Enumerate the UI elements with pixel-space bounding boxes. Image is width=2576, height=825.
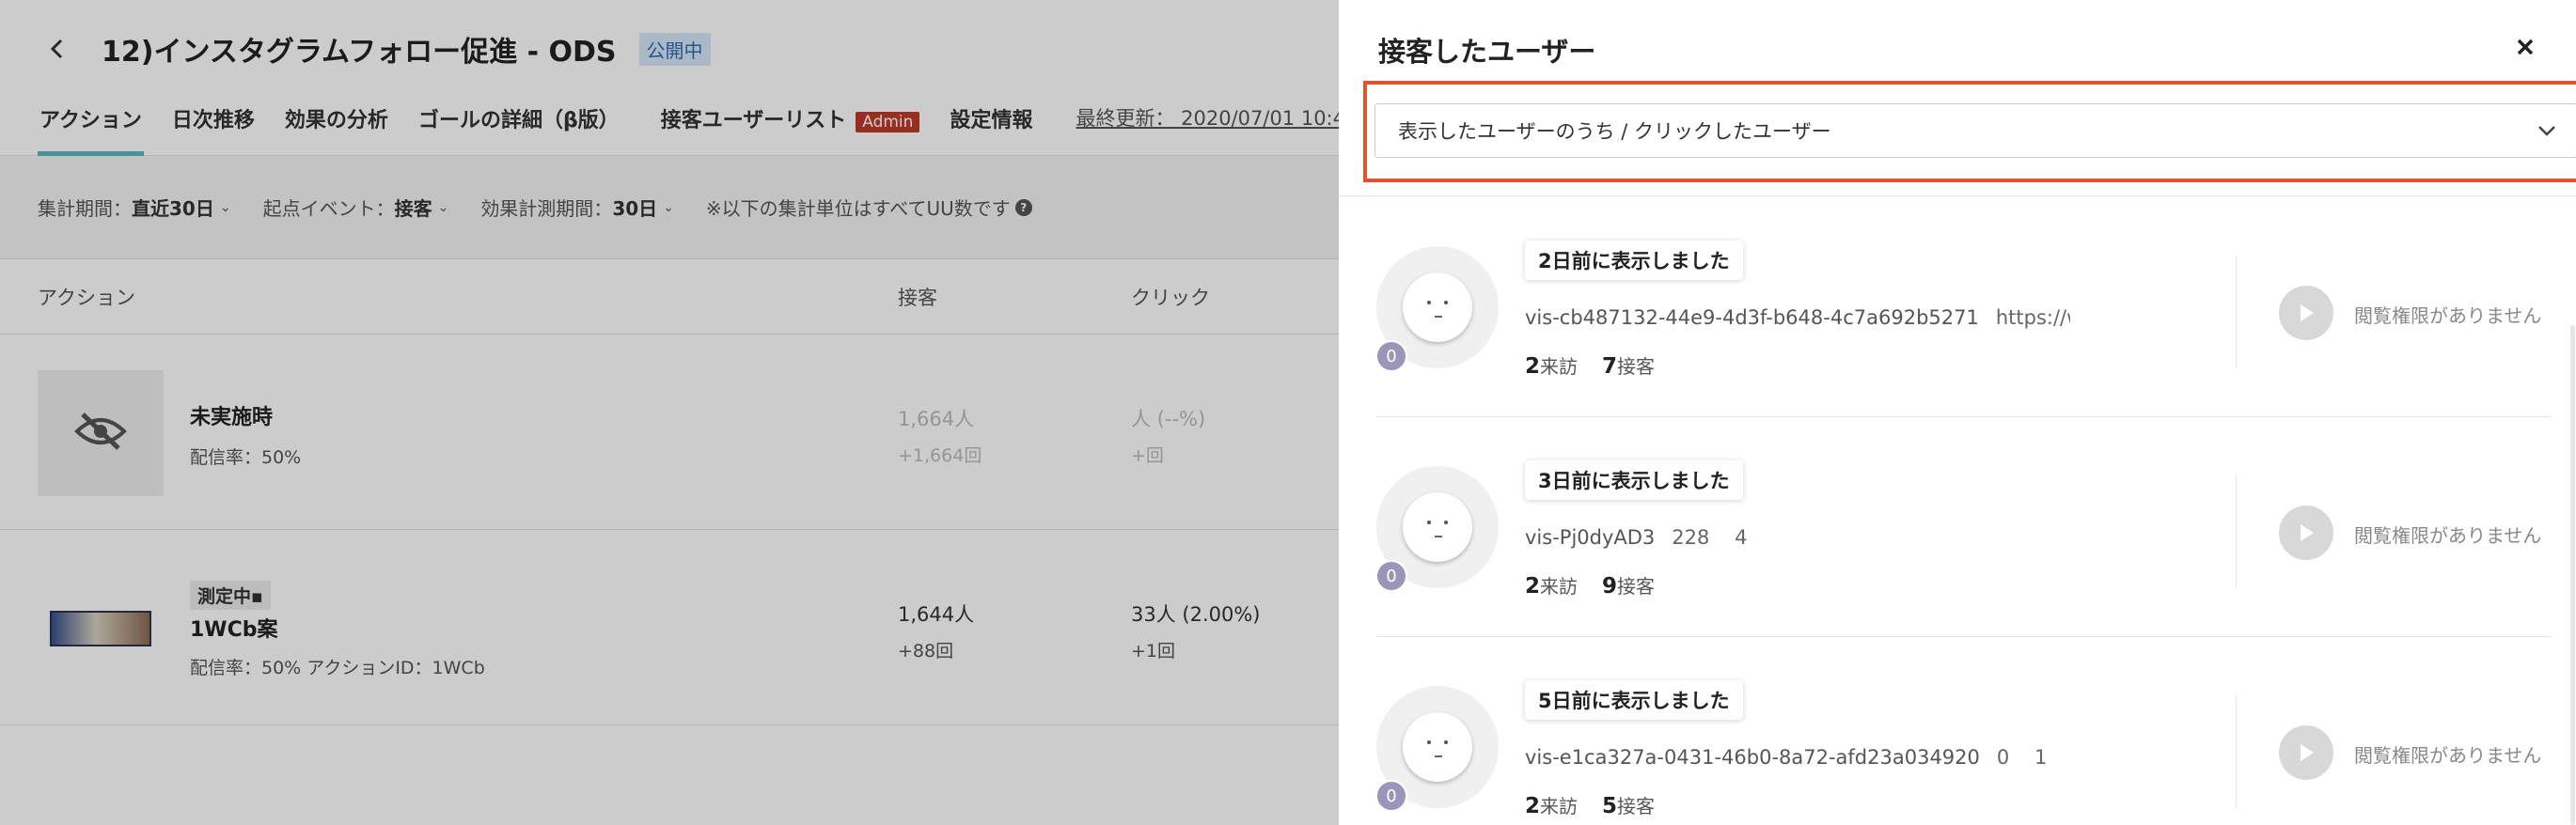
close-icon[interactable] <box>2510 32 2540 62</box>
visitor-url: https://www.thecoffeeshop <box>1995 306 2070 329</box>
play-icon[interactable] <box>2279 286 2333 340</box>
play-icon[interactable] <box>2279 506 2333 560</box>
serve-label: 接客 <box>1617 795 1656 817</box>
count-badge: 0 <box>1375 340 1407 372</box>
visitor-id: vis-Pj0dyAD3 <box>1525 526 1656 549</box>
user-filter-select[interactable]: 表示したユーザーのうち / クリックしたユーザー <box>1374 103 2576 158</box>
serve-label: 接客 <box>1617 575 1656 598</box>
visit-label: 来訪 <box>1540 355 1579 378</box>
serve-count: 5 <box>1602 794 1618 818</box>
shown-time-label: 2日前に表示しました <box>1525 241 1743 280</box>
visit-label: 来訪 <box>1540 795 1579 817</box>
no-permission-text: 閲覧権限がありません <box>2354 304 2542 327</box>
no-permission-text: 閲覧権限がありません <box>2354 524 2542 547</box>
visitor-info: vis-Pj0dyAD3 228 4 <box>1525 526 2070 549</box>
user-filter-value: 表示したユーザーのうち / クリックしたユーザー <box>1398 120 1831 143</box>
user-card[interactable]: 0 5日前に表示しました vis-e1ca327a-0431-46b0-8a72… <box>1375 637 2552 825</box>
avatar-face-icon <box>1403 492 1472 562</box>
visit-count: 2 <box>1525 794 1541 818</box>
divider <box>2236 256 2237 368</box>
visitor-info: vis-cb487132-44e9-4d3f-b648-4c7a692b5271… <box>1525 306 2070 329</box>
play-icon[interactable] <box>2279 725 2333 780</box>
user-card[interactable]: 0 2日前に表示しました vis-cb487132-44e9-4d3f-b648… <box>1375 197 2552 417</box>
user-stats: 2来訪 9接客 <box>1525 571 1655 599</box>
serve-count: 9 <box>1602 574 1618 599</box>
divider <box>2236 695 2237 808</box>
scrollbar[interactable] <box>2570 325 2575 825</box>
divider <box>2236 475 2237 588</box>
count-badge: 0 <box>1375 560 1407 592</box>
serve-count: 7 <box>1602 354 1618 379</box>
user-card[interactable]: 0 3日前に表示しました vis-Pj0dyAD3 228 4 2来訪 9接客 閲… <box>1375 417 2552 637</box>
chevron-down-icon <box>2536 119 2558 147</box>
visit-count: 2 <box>1525 354 1541 379</box>
no-permission-text: 閲覧権限がありません <box>2354 744 2542 767</box>
served-users-drawer: 接客したユーザー 表示したユーザーのうち / クリックしたユーザー 0 2日前に… <box>1339 0 2576 825</box>
visit-count: 2 <box>1525 574 1541 599</box>
avatar-face-icon <box>1403 712 1472 782</box>
shown-time-label: 5日前に表示しました <box>1525 680 1743 720</box>
drawer-title: 接客したユーザー <box>1378 36 1596 68</box>
serve-label: 接客 <box>1617 355 1656 378</box>
visitor-info: vis-e1ca327a-0431-46b0-8a72-afd23a034920… <box>1525 746 2070 769</box>
visitor-id: vis-e1ca327a-0431-46b0-8a72-afd23a034920 <box>1525 746 1980 769</box>
user-stats: 2来訪 7接客 <box>1525 351 1655 379</box>
visitor-extra: 0 1 <box>1996 746 2048 769</box>
count-badge: 0 <box>1375 780 1407 812</box>
user-stats: 2来訪 5接客 <box>1525 791 1655 818</box>
visitor-id: vis-cb487132-44e9-4d3f-b648-4c7a692b5271 <box>1525 306 1979 329</box>
avatar-face-icon <box>1403 272 1472 342</box>
visitor-extra: 228 4 <box>1672 526 1748 549</box>
modal-overlay[interactable] <box>0 0 1339 825</box>
visit-label: 来訪 <box>1540 575 1579 598</box>
divider <box>1339 195 2576 196</box>
shown-time-label: 3日前に表示しました <box>1525 460 1743 500</box>
